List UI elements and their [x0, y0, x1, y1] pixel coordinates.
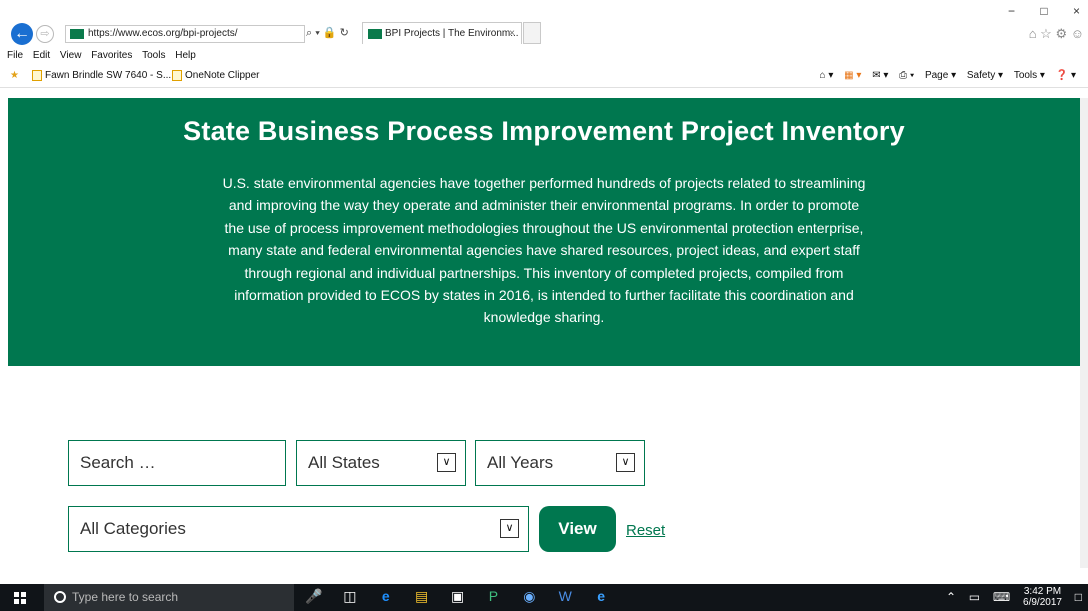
- home-favorites-settings-icons[interactable]: ⌂ ☆ ⚙ ☺: [1029, 26, 1084, 42]
- menu-tools[interactable]: Tools: [142, 47, 165, 65]
- minimize-button[interactable]: −: [1008, 4, 1015, 18]
- tab-bpi-projects[interactable]: BPI Projects | The Environm... ×: [362, 22, 522, 44]
- help-icon[interactable]: ❓ ▾: [1056, 70, 1076, 81]
- page-title: State Business Process Improvement Proje…: [183, 116, 905, 146]
- view-button[interactable]: View: [539, 506, 616, 552]
- clock[interactable]: 3:42 PM 6/9/2017: [1023, 586, 1062, 608]
- states-select[interactable]: All States ∨: [296, 440, 466, 486]
- states-selected-value: All States: [308, 453, 380, 472]
- taskbar-apps: 🎤 ◫ e ▤ ▣ P ◉ W e: [298, 588, 617, 605]
- reset-link[interactable]: Reset: [626, 522, 665, 539]
- address-bar[interactable]: https://www.ecos.org/bpi-projects/: [65, 25, 305, 43]
- years-selected-value: All Years: [487, 453, 554, 472]
- chevron-down-icon[interactable]: ∨: [437, 453, 456, 472]
- window-controls: − □ ×: [986, 4, 1080, 18]
- feeds-icon[interactable]: ▦ ▾: [844, 70, 861, 81]
- hero-banner: State Business Process Improvement Proje…: [8, 98, 1080, 366]
- tools-menu[interactable]: Tools ▾: [1014, 70, 1045, 81]
- chevron-down-icon[interactable]: ∨: [616, 453, 635, 472]
- tab-title: BPI Projects | The Environm...: [385, 28, 519, 39]
- forward-button[interactable]: ⇨: [36, 25, 54, 43]
- clock-time: 3:42 PM: [1023, 586, 1062, 597]
- mail-icon[interactable]: ✉ ▾: [872, 70, 888, 81]
- file-explorer-icon[interactable]: ▤: [406, 588, 438, 605]
- windows-start-icon[interactable]: [14, 592, 26, 604]
- keyboard-icon[interactable]: ⌨: [993, 586, 1010, 608]
- menu-favorites[interactable]: Favorites: [91, 47, 132, 65]
- favorite-link-fawn-brindle[interactable]: Fawn Brindle SW 7640 - S...: [32, 70, 171, 81]
- search-field[interactable]: [68, 440, 286, 486]
- page-icon: [172, 70, 182, 81]
- tray-chevron-icon[interactable]: ⌃: [946, 586, 956, 608]
- task-view-icon[interactable]: ◫: [334, 588, 366, 605]
- browser-chrome: ← ⇨ https://www.ecos.org/bpi-projects/ ⌕…: [0, 0, 1088, 46]
- menu-file[interactable]: File: [7, 47, 23, 65]
- project-app-icon[interactable]: P: [477, 588, 509, 604]
- media-icon[interactable]: ◉: [513, 588, 545, 605]
- tab-close-icon[interactable]: ×: [509, 23, 515, 44]
- cortana-icon: [54, 591, 66, 603]
- page-scrollbar[interactable]: [1080, 98, 1088, 568]
- home-icon[interactable]: ⌂ ▾: [820, 70, 834, 81]
- favorite-label: Fawn Brindle SW 7640 - S...: [45, 70, 172, 82]
- safety-menu[interactable]: Safety ▾: [967, 70, 1003, 81]
- search-input[interactable]: [80, 453, 270, 473]
- close-button[interactable]: ×: [1073, 4, 1080, 18]
- clock-date: 6/9/2017: [1023, 597, 1062, 608]
- menu-bar: File Edit View Favorites Tools Help: [0, 47, 1088, 65]
- word-icon[interactable]: W: [549, 588, 581, 604]
- new-tab-button[interactable]: [523, 22, 541, 44]
- intro-description: U.S. state environmental agencies have t…: [222, 175, 866, 326]
- taskbar-search-placeholder: Type here to search: [72, 590, 179, 604]
- edge-browser-icon[interactable]: e: [370, 588, 402, 604]
- menu-edit[interactable]: Edit: [33, 47, 50, 65]
- taskbar-search-box[interactable]: Type here to search: [44, 584, 294, 611]
- windows-taskbar: Type here to search 🎤 ◫ e ▤ ▣ P ◉ W e ⌃ …: [0, 584, 1088, 611]
- favorite-link-onenote[interactable]: OneNote Clipper: [172, 70, 259, 81]
- address-url: https://www.ecos.org/bpi-projects/: [88, 28, 238, 39]
- internet-explorer-icon[interactable]: e: [585, 588, 617, 604]
- menu-view[interactable]: View: [60, 47, 82, 65]
- categories-selected-value: All Categories: [80, 519, 186, 538]
- address-tools[interactable]: ⌕ ▾ 🔒 ↻: [306, 26, 349, 40]
- page-menu[interactable]: Page ▾: [925, 70, 956, 81]
- favorite-label: OneNote Clipper: [185, 70, 260, 82]
- categories-select[interactable]: All Categories ∨: [68, 506, 529, 552]
- menu-help[interactable]: Help: [175, 47, 196, 65]
- tab-favicon-icon: [368, 29, 382, 39]
- site-favicon-icon: [70, 29, 84, 39]
- microphone-icon[interactable]: 🎤: [298, 588, 330, 605]
- system-tray: ⌃ ▭ ⌨ 3:42 PM 6/9/2017 □: [936, 586, 1082, 608]
- years-select[interactable]: All Years ∨: [475, 440, 645, 486]
- store-icon[interactable]: ▣: [442, 588, 474, 605]
- back-button[interactable]: ←: [11, 23, 33, 45]
- command-bar: ⌂ ▾ ▦ ▾ ✉ ▾ ⎙ ▾ Page ▾ Safety ▾ Tools ▾ …: [812, 70, 1076, 81]
- page-icon: [32, 70, 42, 81]
- print-icon[interactable]: ⎙ ▾: [899, 70, 914, 81]
- restore-button[interactable]: □: [1040, 4, 1047, 18]
- battery-icon[interactable]: ▭: [969, 586, 980, 608]
- favorites-star-icon[interactable]: ★: [10, 70, 19, 81]
- chevron-down-icon[interactable]: ∨: [500, 519, 519, 538]
- notification-icon[interactable]: □: [1075, 586, 1082, 608]
